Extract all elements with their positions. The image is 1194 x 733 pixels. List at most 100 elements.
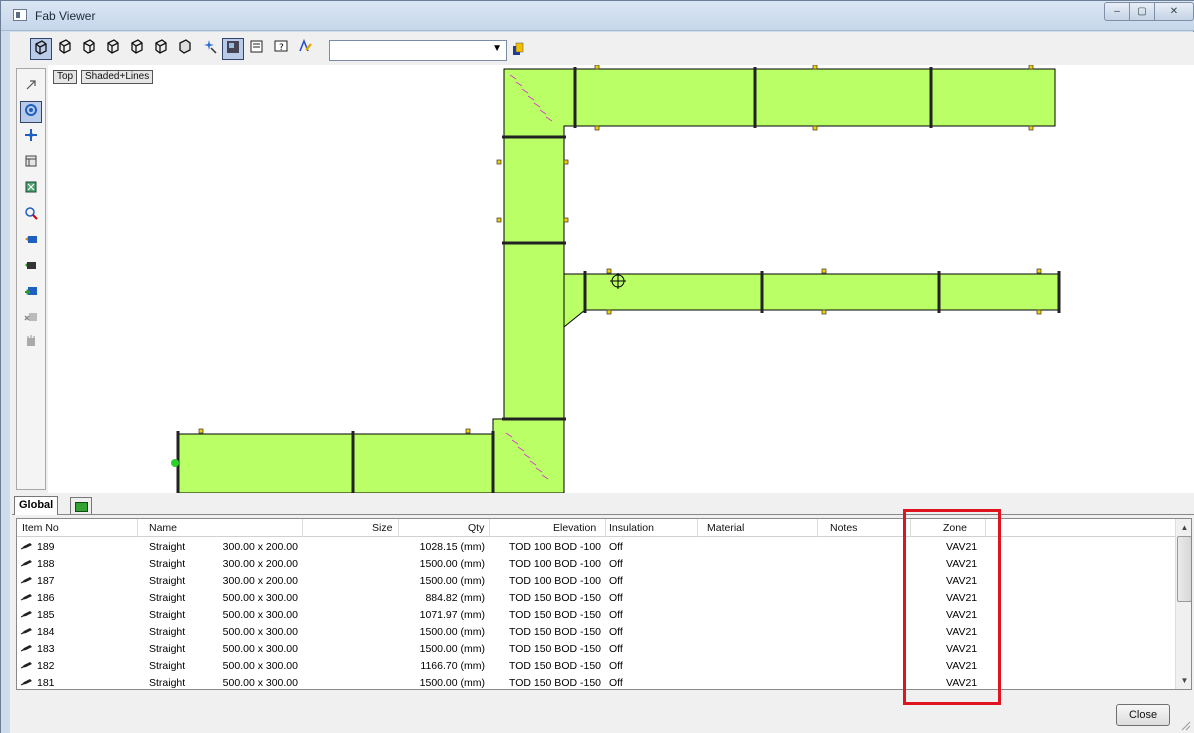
tab-global[interactable]: Global [14, 496, 59, 515]
zoom-window-icon[interactable] [20, 205, 42, 227]
cell-elevation: TOD 100 BOD -100 [508, 541, 601, 553]
close-button[interactable]: Close [1116, 704, 1170, 726]
view-iso-5-icon[interactable] [126, 38, 148, 60]
col-material[interactable]: Material [707, 522, 744, 534]
duct-branch-takeoff [563, 273, 586, 329]
minimize-button[interactable]: – [1104, 2, 1130, 21]
shaded-view-icon[interactable] [222, 38, 244, 60]
view-iso-3-icon[interactable] [78, 38, 100, 60]
hanger-marker [1036, 309, 1042, 315]
cell-item-no: 187 [37, 575, 55, 587]
table-row[interactable]: 189 Straight 300.00 x 200.00 1028.15 (mm) TO… [17, 539, 1175, 556]
cell-elevation: TOD 100 BOD -100 [508, 558, 601, 570]
scroll-thumb[interactable] [1177, 536, 1191, 602]
settings-small-icon[interactable] [20, 333, 42, 355]
hanger-marker [812, 65, 818, 70]
svg-text:?: ? [279, 43, 284, 53]
duct-segment [503, 136, 565, 244]
orbit-icon[interactable] [20, 101, 42, 123]
table-row[interactable]: 186 Straight 500.00 x 300.00 884.82 (mm) TOD… [17, 590, 1175, 607]
scroll-up-icon[interactable]: ▲ [1177, 520, 1191, 535]
column-divider[interactable] [137, 519, 138, 537]
paint-icon[interactable] [294, 38, 316, 60]
duct-item-icon [20, 560, 32, 567]
column-divider[interactable] [398, 519, 399, 537]
grid-icon[interactable] [20, 153, 42, 175]
view-iso-2-icon[interactable] [54, 38, 76, 60]
cell-qty: 1500.00 (mm) [419, 677, 485, 689]
table-row[interactable]: 183 Straight 500.00 x 300.00 1500.00 (mm) TO… [17, 641, 1175, 658]
properties-icon[interactable] [246, 38, 268, 60]
maximize-button[interactable]: ▢ [1129, 2, 1155, 21]
hanger-marker [594, 125, 600, 131]
remove-component-icon[interactable] [20, 309, 42, 331]
col-item-no[interactable]: Item No [22, 522, 59, 534]
table-row[interactable]: 187 Straight 300.00 x 200.00 1500.00 (mm) TO… [17, 573, 1175, 590]
cell-size: 500.00 x 300.00 [222, 643, 298, 655]
duct-elbow [503, 68, 576, 138]
table-row[interactable]: 184 Straight 500.00 x 300.00 1500.00 (mm) TO… [17, 624, 1175, 641]
model-viewport[interactable]: Top Shaded+Lines [48, 65, 1194, 493]
cell-qty: 1071.97 (mm) [419, 609, 485, 621]
cell-insulation: Off [609, 575, 623, 587]
camera-back-icon[interactable] [20, 231, 42, 253]
column-divider[interactable] [605, 519, 606, 537]
cell-elevation: TOD 150 BOD -150 [508, 592, 601, 604]
duct-layout-drawing [171, 65, 1061, 493]
hanger-marker [812, 125, 818, 131]
camera-front-icon[interactable] [20, 257, 42, 279]
view-iso-4-icon[interactable] [102, 38, 124, 60]
cell-size: 500.00 x 300.00 [222, 609, 298, 621]
title-bar[interactable]: Fab Viewer – ▢ ✕ [1, 1, 1194, 31]
view-iso-icon[interactable] [30, 38, 52, 60]
col-insulation[interactable]: Insulation [609, 522, 654, 534]
column-divider[interactable] [817, 519, 818, 537]
table-row[interactable]: 182 Straight 500.00 x 300.00 1166.70 (mm) TO… [17, 658, 1175, 675]
column-divider[interactable] [302, 519, 303, 537]
cell-item-no: 182 [37, 660, 55, 672]
cell-insulation: Off [609, 592, 623, 604]
help-icon[interactable]: ? [270, 38, 292, 60]
col-size[interactable]: Size [372, 522, 392, 534]
cell-insulation: Off [609, 626, 623, 638]
column-divider[interactable] [697, 519, 698, 537]
scroll-down-icon[interactable]: ▼ [1177, 673, 1191, 688]
col-notes[interactable]: Notes [830, 522, 857, 534]
hanger-marker [594, 65, 600, 70]
col-elevation[interactable]: Elevation [553, 522, 596, 534]
vertical-scrollbar[interactable]: ▲ ▼ [1175, 519, 1191, 689]
cell-size: 500.00 x 300.00 [222, 592, 298, 604]
view-iso-6-icon[interactable] [150, 38, 172, 60]
cell-item-no: 186 [37, 592, 55, 604]
cell-insulation: Off [609, 609, 623, 621]
duct-segment [754, 68, 932, 127]
table-row[interactable]: 185 Straight 500.00 x 300.00 1071.97 (mm) TO… [17, 607, 1175, 624]
view-iso-7-icon[interactable] [174, 38, 196, 60]
layer-icon[interactable] [512, 42, 524, 56]
table-row[interactable]: 188 Straight 300.00 x 200.00 1500.00 (mm) TO… [17, 556, 1175, 573]
tab-image-icon[interactable] [70, 497, 92, 514]
cell-elevation: TOD 150 BOD -150 [508, 643, 601, 655]
cell-elevation: TOD 150 BOD -150 [508, 677, 601, 689]
view-dropdown[interactable]: ▼ [329, 40, 507, 61]
add-component-icon[interactable] [20, 283, 42, 305]
window-close-button[interactable]: ✕ [1154, 2, 1194, 21]
table-row[interactable]: 181 Straight 500.00 x 300.00 1500.00 (mm) TO… [17, 675, 1175, 689]
hanger-marker [606, 268, 612, 274]
cell-size: 300.00 x 200.00 [222, 541, 298, 553]
col-qty[interactable]: Qty [468, 522, 484, 534]
duct-segment [352, 433, 494, 493]
item-table: Item No Name Size Qty Elevation Insulati… [16, 518, 1192, 690]
pan-icon[interactable] [20, 127, 42, 149]
cell-size: 500.00 x 300.00 [222, 660, 298, 672]
pointer-star-icon[interactable] [198, 38, 220, 60]
cell-qty: 1028.15 (mm) [419, 541, 485, 553]
select-arrow-icon[interactable] [20, 77, 42, 99]
zoom-extents-icon[interactable] [20, 179, 42, 201]
column-divider[interactable] [489, 519, 490, 537]
cell-name: Straight [149, 643, 186, 655]
resize-grip-icon[interactable] [1180, 720, 1191, 731]
col-name[interactable]: Name [149, 522, 177, 534]
cell-insulation: Off [609, 558, 623, 570]
tab-strip: Global [12, 495, 1194, 515]
